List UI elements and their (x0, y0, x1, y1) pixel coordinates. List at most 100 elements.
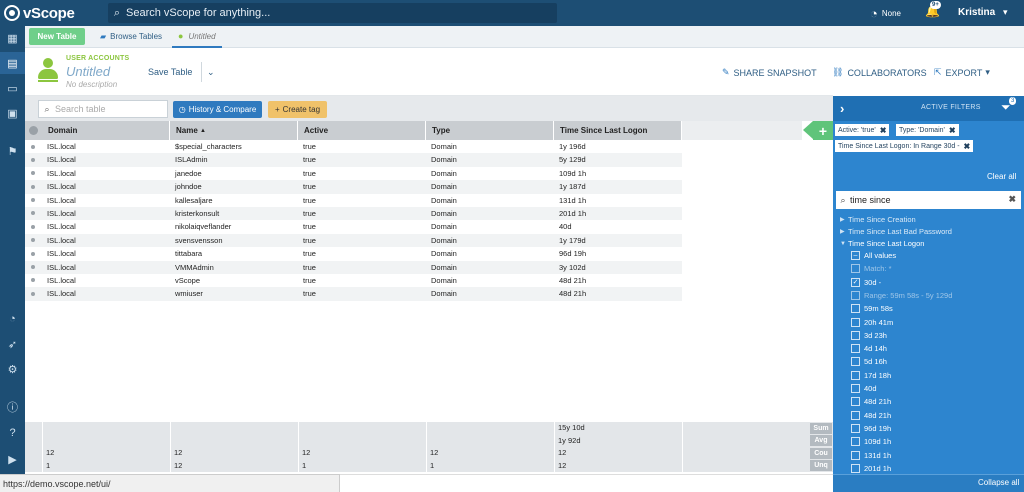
history-compare-button[interactable]: ◷ History & Compare (173, 101, 262, 118)
horizontal-scrollbar[interactable] (340, 474, 833, 492)
filter-option[interactable]: ✓ 30d - (851, 276, 881, 289)
filter-option[interactable]: Match: * (851, 262, 892, 275)
row-select-dot[interactable] (31, 224, 35, 229)
filter-option[interactable]: 48d 21h (851, 395, 891, 408)
connection-status[interactable]: ◔ None (870, 6, 901, 21)
checkbox-icon[interactable] (851, 290, 860, 300)
column-header-active[interactable]: Active (298, 121, 426, 140)
create-tag-button[interactable]: + Create tag (268, 101, 327, 118)
filter-option[interactable]: 4d 14h (851, 342, 887, 355)
table-row[interactable]: ISL.local janedoe true Domain 109d 1h (25, 166, 682, 181)
filter-option[interactable]: 40d (851, 382, 877, 395)
filter-option[interactable]: Range: 59m 58s - 5y 129d (851, 289, 952, 302)
export-button[interactable]: ⇱ EXPORT ▾ (934, 67, 990, 78)
filter-option[interactable]: 96d 19h (851, 422, 891, 435)
table-description[interactable]: No description (66, 80, 117, 89)
row-select-dot[interactable] (31, 211, 35, 216)
table-row[interactable]: ISL.local VMMAdmin true Domain 3y 102d (25, 260, 682, 274)
summary-label-unique[interactable]: Unq (810, 460, 832, 471)
table-row[interactable]: ISL.local $special_characters true Domain 1y… (25, 140, 682, 154)
row-select-dot[interactable] (31, 265, 35, 270)
filter-option[interactable]: 201d 1h (851, 462, 891, 475)
collaborators-button[interactable]: ⛓ COLLABORATORS (832, 67, 927, 78)
checkbox-icon[interactable] (851, 397, 860, 407)
close-icon[interactable]: ✖ (1008, 194, 1016, 205)
row-select-dot[interactable] (31, 184, 35, 189)
filter-search-input[interactable]: ⌕ time since ✖ (836, 191, 1021, 209)
window-icon[interactable]: ▭ (0, 77, 25, 99)
user-menu[interactable]: Kristina (958, 7, 995, 18)
summary-label-avg[interactable]: Avg (810, 435, 832, 446)
column-header-name[interactable]: Name ▲ (170, 121, 298, 140)
filter-icon[interactable]: ⏷ 3 (1001, 97, 1017, 115)
info-icon[interactable]: ⓘ (0, 396, 25, 418)
row-select-dot[interactable] (31, 238, 35, 243)
browse-tables-tab[interactable]: ▰ Browse Tables (100, 32, 162, 41)
checkbox-icon[interactable] (851, 450, 860, 460)
checkbox-icon[interactable] (851, 370, 860, 380)
table-row[interactable]: ISL.local vScope true Domain 48d 21h (25, 273, 682, 288)
share-snapshot-button[interactable]: ✎ SHARE SNAPSHOT (722, 67, 817, 78)
checkbox-icon[interactable] (851, 344, 860, 354)
table-row[interactable]: ISL.local tittabara true Domain 96d 19h (25, 247, 682, 261)
tab-untitled[interactable]: ● Untitled (172, 26, 222, 48)
add-column-button[interactable]: + (803, 121, 833, 140)
row-select-dot[interactable] (31, 171, 35, 176)
filter-option[interactable]: 48d 21h (851, 409, 891, 422)
filter-option[interactable]: 20h 41m (851, 316, 893, 329)
filter-chip-time-since-last-logon[interactable]: Time Since Last Logon: In Range 30d - ✖ (835, 140, 974, 152)
table-row[interactable]: ISL.local wmiuser true Domain 48d 21h (25, 287, 682, 301)
discovery-icon[interactable]: ◔ (0, 308, 25, 330)
checkbox-icon[interactable] (851, 437, 860, 447)
checkbox-icon[interactable] (851, 384, 860, 393)
checkbox-partial-icon[interactable]: – (851, 251, 860, 260)
column-header-type[interactable]: Type (426, 121, 554, 140)
dashboard-icon[interactable]: ▦ (0, 27, 25, 49)
filter-chip-active[interactable]: Active: 'true' ✖ (835, 124, 890, 136)
help-icon[interactable]: ? (0, 422, 25, 444)
column-header-time-since-last-logon[interactable]: Time Since Last Logon (554, 121, 682, 140)
filter-option[interactable]: 3d 23h (851, 329, 887, 342)
gear-icon[interactable]: ⚙ (0, 358, 25, 380)
table-row[interactable]: ISL.local kristerkonsult true Domain 201d 1h (25, 206, 682, 221)
checkbox-icon[interactable] (851, 423, 860, 433)
table-row[interactable]: ISL.local ISLAdmin true Domain 5y 129d (25, 153, 682, 167)
summary-label-count[interactable]: Cou (810, 447, 832, 459)
row-select-dot[interactable] (31, 198, 35, 203)
rocket-icon[interactable]: ➶ (0, 333, 25, 355)
table-search-input[interactable]: ⌕ Search table (38, 100, 168, 118)
filter-option[interactable]: 131d 1h (851, 449, 891, 462)
checkbox-icon[interactable] (851, 463, 860, 473)
filter-option[interactable]: 17d 18h (851, 369, 891, 382)
filter-tree-item-time-since-creation[interactable]: ▶ Time Since Creation (840, 215, 916, 224)
table-title[interactable]: Untitled (66, 64, 110, 79)
save-table-button[interactable]: Save Table (148, 67, 192, 77)
flag-icon[interactable]: ⚑ (0, 140, 25, 162)
chart-icon[interactable]: ▣ (0, 102, 25, 124)
filter-option[interactable]: 59m 58s (851, 302, 893, 315)
checkbox-icon[interactable] (851, 410, 860, 420)
table-row[interactable]: ISL.local kallesaljare true Domain 131d 1h (25, 193, 682, 207)
row-select-dot[interactable] (31, 278, 35, 283)
filter-option[interactable]: 109d 1h (851, 435, 891, 448)
row-select-dot[interactable] (31, 291, 35, 296)
filter-option[interactable]: 5d 16h (851, 355, 887, 368)
checkbox-icon[interactable] (851, 317, 860, 327)
new-table-button[interactable]: New Table (29, 28, 85, 45)
close-icon[interactable]: ✖ (880, 126, 887, 135)
brand-logo[interactable]: vScope (4, 3, 75, 23)
checkbox-icon[interactable] (851, 330, 860, 340)
tables-icon[interactable]: ▤ (0, 52, 25, 74)
checkbox-icon[interactable] (851, 264, 860, 274)
collapse-all-link[interactable]: Collapse all (978, 478, 1019, 487)
filter-chip-type[interactable]: Type: 'Domain' ✖ (896, 124, 959, 136)
column-header-domain[interactable]: Domain (42, 121, 170, 140)
close-icon[interactable]: ✖ (949, 126, 956, 135)
global-search-input[interactable]: ⌕ Search vScope for anything... (108, 3, 557, 23)
checkbox-checked-icon[interactable]: ✓ (851, 277, 860, 287)
filter-option[interactable]: – All values (851, 249, 896, 262)
table-row[interactable]: ISL.local svensvensson true Domain 1y 179d (25, 233, 682, 248)
video-icon[interactable]: ▶ (0, 448, 25, 470)
select-all-toggle[interactable] (25, 121, 42, 140)
row-select-dot[interactable] (31, 144, 35, 149)
